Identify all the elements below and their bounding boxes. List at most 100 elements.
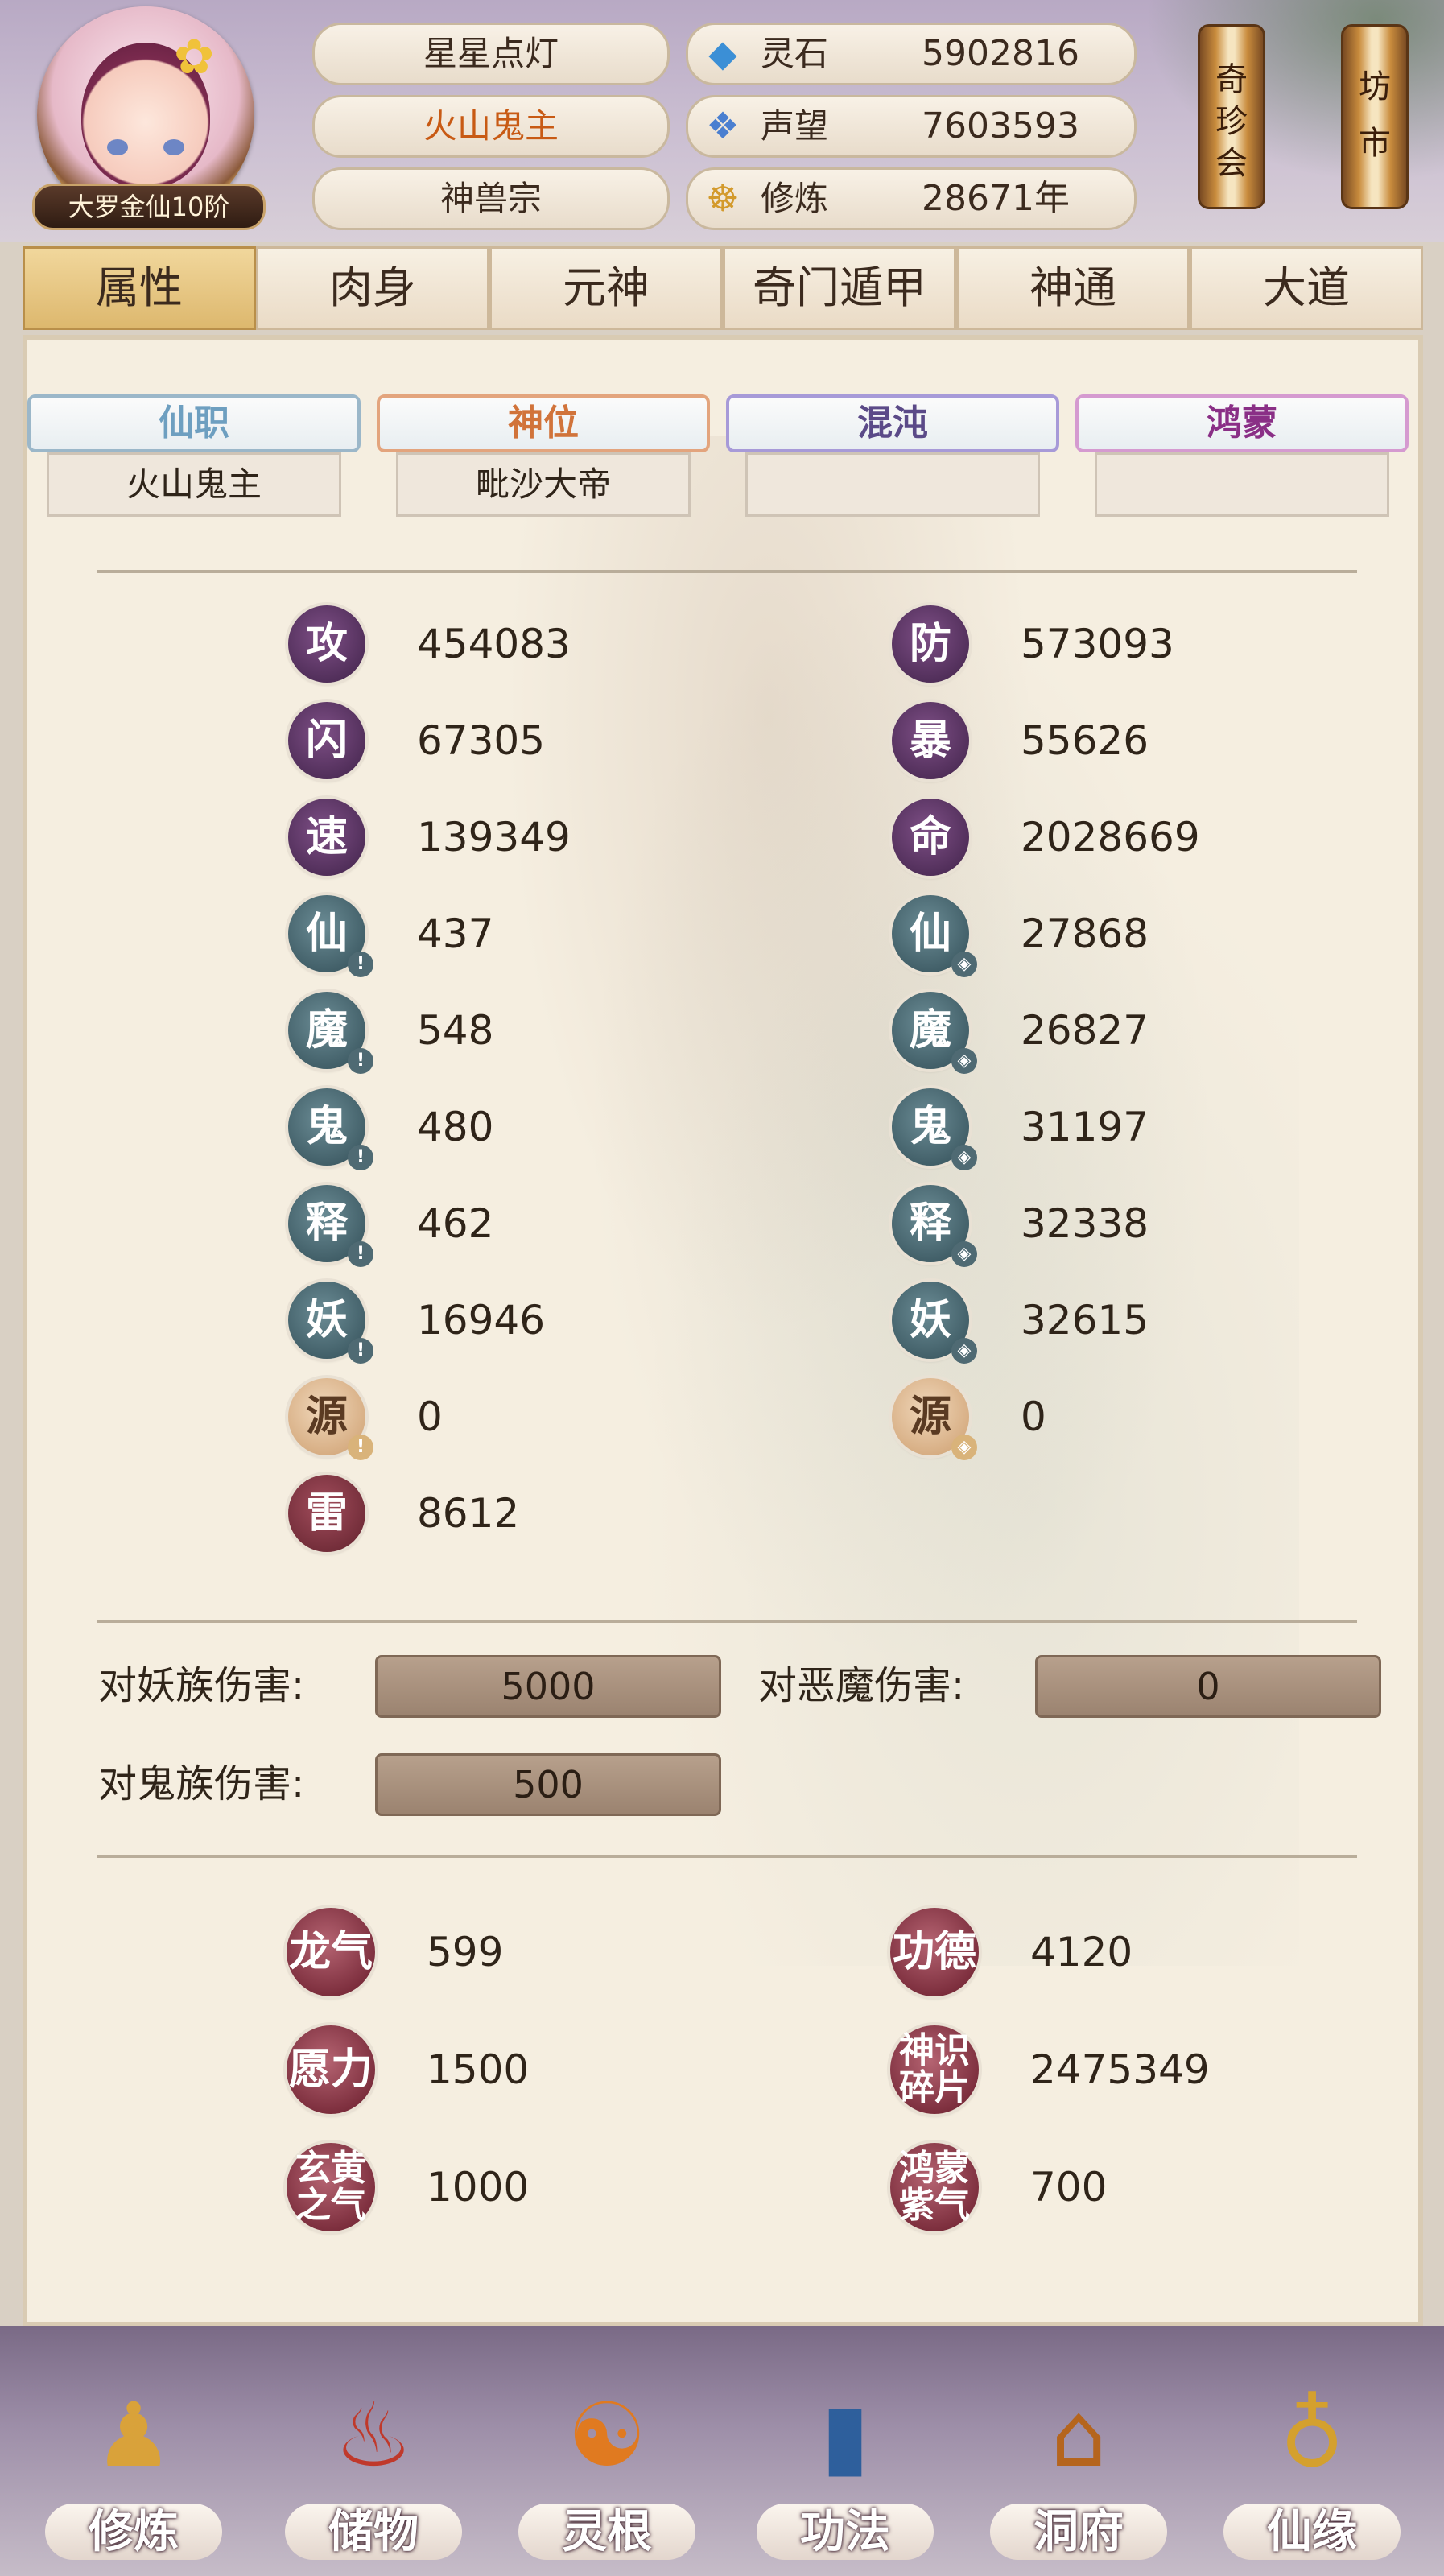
tab-qimen-dunjia[interactable]: 奇门遁甲 (723, 246, 956, 330)
attack-mark-icon: ! (348, 1435, 373, 1460)
xuanhuang-qi-value: 1000 (427, 2164, 530, 2211)
cave-palace-icon: ⌂ (1050, 2384, 1107, 2487)
stat-glyph: 鬼 (909, 1103, 951, 1151)
right-stat-badge[interactable]: 暴 (892, 702, 969, 779)
tab-soul[interactable]: 元神 (489, 246, 723, 330)
right-stat-value: 0 (1021, 1393, 1046, 1440)
resource-label: 声望 (761, 106, 829, 146)
nav-immortal-fate[interactable]: ♁ 仙缘 (1215, 2343, 1409, 2576)
damage-vs-evil-demon-label: 对恶魔伤害: (758, 1663, 965, 1708)
stat-glyph: 鬼 (305, 1103, 348, 1151)
market-button[interactable]: 坊市 (1341, 24, 1409, 209)
nav-techniques[interactable]: ▮ 功法 (749, 2343, 942, 2576)
left-stat-value: 480 (417, 1104, 494, 1150)
tab-attributes[interactable]: 属性 (23, 246, 256, 330)
nav-label: 灵根 (562, 2506, 652, 2558)
divine-sense-shard-badge: 神识碎片 (890, 2025, 979, 2114)
scripture-book-icon: ▮ (820, 2384, 870, 2487)
hair-flower-icon: ✿ (174, 29, 215, 85)
rank-value (745, 452, 1040, 517)
damage-vs-demon-race-value: 5000 (375, 1655, 721, 1718)
treasure-club-label: 奇珍会 (1215, 61, 1248, 182)
willpower-badge: 愿力 (287, 2025, 375, 2114)
left-stat-value: 437 (417, 910, 494, 957)
meditation-figure-icon: ☸ (706, 176, 740, 220)
bottom-nav: ♟ 修炼 ♨ 储物 ☯ 灵根 ▮ 功法 ⌂ 洞府 ♁ 仙缘 (0, 2326, 1444, 2576)
rank-head: 混沌 (726, 394, 1059, 452)
shield-mark-icon: ◈ (951, 1338, 977, 1364)
treasure-club-button[interactable]: 奇珍会 (1198, 24, 1265, 209)
attack-mark-icon: ! (348, 952, 373, 977)
resource-label: 灵石 (761, 34, 829, 73)
resource-cultivation: ☸ 修炼 28671年 (686, 167, 1137, 230)
left-stat-value: 0 (417, 1393, 443, 1440)
nav-spirit-root[interactable]: ☯ 灵根 (510, 2343, 703, 2576)
rank-chaos[interactable]: 混沌 (726, 394, 1059, 523)
left-stat-badge[interactable]: 妖! (288, 1282, 373, 1364)
stat-glyph: 释 (305, 1199, 348, 1248)
right-stat-badge[interactable]: 魔 ◈ (892, 992, 977, 1074)
left-stat-badge[interactable]: 鬼! (288, 1088, 373, 1170)
divine-sense-shard-value: 2475349 (1030, 2046, 1210, 2093)
stat-glyph: 暴 (909, 716, 951, 765)
attack-mark-icon: ! (348, 1145, 373, 1170)
left-stat-badge[interactable]: 仙! (288, 895, 373, 977)
tab-divine-powers[interactable]: 神通 (956, 246, 1190, 330)
player-sect: 神兽宗 (312, 167, 670, 230)
rank-section: 仙职 火山鬼主 神位 毗沙大帝 混沌 鸿蒙 (27, 394, 1428, 523)
right-stat-badge[interactable]: 妖 ◈ (892, 1282, 977, 1364)
nav-cultivate[interactable]: ♟ 修炼 (37, 2343, 230, 2576)
main-tabs: 属性 肉身 元神 奇门遁甲 神通 大道 (23, 246, 1423, 330)
merit-badge: 功德 (890, 1908, 979, 1996)
nav-cave-palace[interactable]: ⌂ 洞府 (982, 2343, 1175, 2576)
left-stat-badge[interactable]: 闪 (288, 702, 365, 779)
divine-sense-shard-label: 神识碎片 (899, 2030, 970, 2108)
attack-mark-icon: ! (348, 1338, 373, 1364)
resource-value: 7603593 (922, 105, 1079, 147)
left-stat-badge[interactable]: 释! (288, 1185, 373, 1267)
storage-bag-icon: ♨ (333, 2384, 414, 2487)
left-stat-value: 454083 (417, 621, 571, 667)
stat-glyph: 速 (305, 813, 348, 861)
shield-mark-icon: ◈ (951, 1048, 977, 1074)
prestige-crystal-icon: ❖ (706, 104, 740, 147)
left-stat-badge[interactable]: 速 (288, 799, 365, 876)
left-stat-badge[interactable]: 雷 (288, 1475, 365, 1552)
right-stat-value: 2028669 (1021, 814, 1200, 861)
resource-value: 28671年 (922, 178, 1070, 219)
rank-immortal-post[interactable]: 仙职 火山鬼主 (27, 394, 361, 523)
tab-great-dao[interactable]: 大道 (1190, 246, 1423, 330)
shield-mark-icon: ◈ (951, 1435, 977, 1460)
rank-value: 火山鬼主 (47, 452, 341, 517)
nav-label: 仙缘 (1267, 2506, 1357, 2558)
rank-divine-seat[interactable]: 神位 毗沙大帝 (377, 394, 710, 523)
right-stat-value: 27868 (1021, 910, 1149, 957)
right-stat-badge[interactable]: 仙 ◈ (892, 895, 977, 977)
right-stat-badge[interactable]: 释 ◈ (892, 1185, 977, 1267)
right-stat-badge[interactable]: 命 (892, 799, 969, 876)
rank-hongmeng[interactable]: 鸿蒙 (1075, 394, 1409, 523)
right-stat-badge[interactable]: 源 ◈ (892, 1378, 977, 1460)
attack-mark-icon: ! (348, 1241, 373, 1267)
left-stat-badge[interactable]: 攻 (288, 605, 365, 683)
left-stat-badge[interactable]: 源! (288, 1378, 373, 1460)
xuanhuang-qi-badge: 玄黄之气 (287, 2143, 375, 2231)
stat-glyph: 攻 (305, 620, 348, 668)
resource-label: 修炼 (761, 179, 829, 218)
left-stat-value: 16946 (417, 1297, 546, 1344)
damage-vs-demon-race-label: 对妖族伤害: (98, 1663, 305, 1708)
nav-label: 洞府 (1033, 2506, 1124, 2558)
stat-glyph: 释 (909, 1199, 951, 1248)
attack-mark-icon: ! (348, 1048, 373, 1074)
right-stat-value: 55626 (1021, 717, 1149, 764)
right-stat-badge[interactable]: 鬼 ◈ (892, 1088, 977, 1170)
tab-body[interactable]: 肉身 (256, 246, 489, 330)
merit-value: 4120 (1030, 1929, 1133, 1975)
section-divider (97, 1620, 1357, 1623)
left-stat-badge[interactable]: 魔! (288, 992, 373, 1074)
right-stat-badge[interactable]: 防 (892, 605, 969, 683)
monk-icon: ♟ (93, 2384, 174, 2487)
gourd-icon: ♁ (1279, 2384, 1345, 2487)
shield-mark-icon: ◈ (951, 1145, 977, 1170)
nav-storage[interactable]: ♨ 储物 (277, 2343, 470, 2576)
